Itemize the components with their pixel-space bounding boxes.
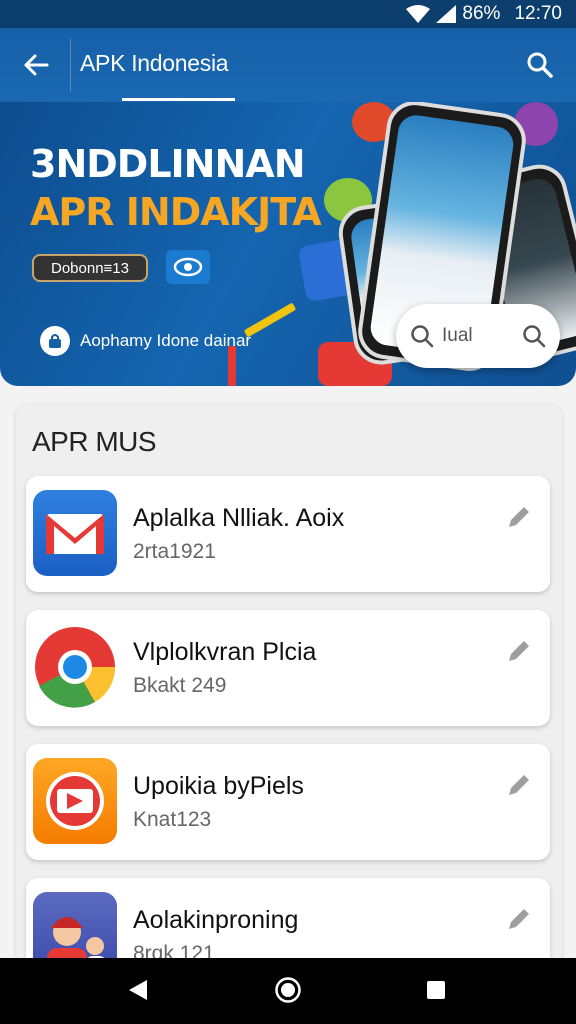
app-bar: APK Indonesia [0, 28, 576, 102]
pencil-icon[interactable] [506, 906, 532, 932]
banner-headline-line2: APR INDAKJTA [30, 190, 322, 234]
search-icon [411, 325, 434, 348]
app-bar-divider [70, 38, 71, 92]
app-card[interactable]: Aolakinproning 8rqk 121 [26, 878, 550, 964]
signal-icon [436, 5, 457, 23]
app-meta: Knat123 [133, 808, 212, 831]
promo-banner[interactable]: 3NDDLINNAN APR INDAKJTA Dobonn≡13 Aopham… [0, 102, 576, 386]
preview-button[interactable] [166, 250, 210, 284]
battery-text: 86% [462, 3, 501, 24]
eye-icon [173, 257, 203, 277]
video-icon [33, 758, 117, 844]
app-title: APK Indonesia [80, 50, 229, 76]
pencil-icon[interactable] [506, 772, 532, 798]
app-name: Vlplolkvran Plcia [133, 638, 317, 666]
wifi-icon [406, 5, 431, 23]
arrow-left-icon [24, 54, 49, 76]
banner-search-text: Iual [442, 325, 473, 346]
app-card[interactable]: Aplalka Nlliak. Aoix 2rta1921 [26, 476, 550, 592]
section-title: APR MUS [32, 426, 157, 457]
mail-icon [33, 490, 117, 576]
nav-home-button[interactable] [266, 970, 310, 1010]
status-icons: 86% 12:70 [406, 3, 562, 25]
search-icon [523, 325, 546, 348]
circle-home-icon [275, 977, 301, 1003]
search-button[interactable] [520, 47, 560, 83]
banner-note-text: Aophamy Idone dainar [80, 331, 252, 350]
nav-recents-button[interactable] [414, 970, 458, 1010]
pencil-icon[interactable] [506, 504, 532, 530]
status-bar: 86% 12:70 [0, 0, 576, 28]
system-nav-bar [0, 958, 576, 1024]
download-button[interactable]: Dobonn≡13 [32, 254, 148, 282]
search-icon [527, 52, 553, 78]
app-name: Aolakinproning [133, 906, 299, 934]
lock-icon [40, 326, 70, 356]
banner-note: Aophamy Idone dainar [40, 326, 251, 356]
app-meta: 2rta1921 [133, 540, 216, 563]
square-recents-icon [427, 981, 445, 999]
app-card[interactable]: Upoikia byPiels Knat123 [26, 744, 550, 860]
chrome-icon [33, 624, 117, 710]
app-name: Upoikia byPiels [133, 772, 304, 800]
app-meta: Bkakt 249 [133, 674, 227, 697]
nav-back-button[interactable] [116, 970, 160, 1010]
people-icon [33, 892, 117, 964]
apps-section: APR MUS Aplalka Nlliak. Aoix 2rta1921 Vl… [16, 404, 562, 964]
tab-indicator [122, 98, 235, 101]
triangle-back-icon [129, 980, 147, 1000]
pencil-icon[interactable] [506, 638, 532, 664]
decor-yellow-line [243, 302, 297, 338]
banner-headline-line1: 3NDDLINNAN [30, 142, 305, 186]
app-name: Aplalka Nlliak. Aoix [133, 504, 345, 532]
clock: 12:70 [514, 3, 562, 24]
app-card[interactable]: Vlplolkvran Plcia Bkakt 249 [26, 610, 550, 726]
back-button[interactable] [16, 47, 56, 83]
banner-search-box[interactable]: Iual [396, 304, 560, 368]
